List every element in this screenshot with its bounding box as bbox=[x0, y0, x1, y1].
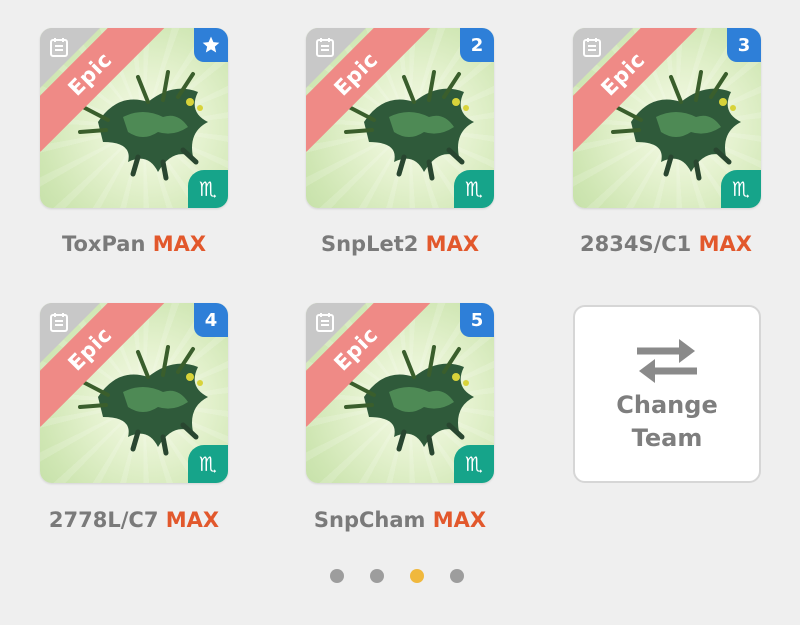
team-slot-badge: 4 bbox=[194, 303, 228, 337]
notes-icon bbox=[583, 38, 601, 57]
level-max: MAX bbox=[165, 508, 220, 532]
creature-name: 2778L/C7 bbox=[48, 508, 159, 532]
page-dot-4[interactable] bbox=[450, 569, 464, 583]
zodiac-sign-icon: ♏ bbox=[454, 445, 494, 483]
level-max: MAX bbox=[698, 232, 752, 256]
level-max: MAX bbox=[425, 232, 480, 256]
page-dot-1[interactable] bbox=[330, 569, 344, 583]
notes-icon bbox=[316, 313, 334, 332]
change-team-label: Change Team bbox=[616, 391, 718, 452]
creature-label-1: ToxPan MAX bbox=[24, 232, 244, 256]
creature-card-4[interactable]: Epic 4 ♏ bbox=[40, 303, 228, 483]
creature-card-2[interactable]: Epic 2 ♏ bbox=[306, 28, 494, 208]
team-screen: Epic ♏ ToxPan MAX Epic 2 ♏ SnpLet2 MAX E… bbox=[0, 0, 800, 625]
creature-card-3[interactable]: Epic 3 ♏ bbox=[573, 28, 761, 208]
creature-card-1[interactable]: Epic ♏ bbox=[40, 28, 228, 208]
level-max: MAX bbox=[152, 232, 207, 256]
creature-name: ToxPan bbox=[61, 232, 146, 256]
creature-name: SnpCham bbox=[313, 508, 426, 532]
team-slot-badge bbox=[194, 28, 228, 62]
creature-name: 2834S/C1 bbox=[580, 232, 692, 256]
zodiac-sign-icon: ♏ bbox=[188, 170, 228, 208]
creature-label-3: 2834S/C1 MAX bbox=[556, 232, 776, 256]
notes-icon bbox=[316, 38, 334, 57]
creature-label-2: SnpLet2 MAX bbox=[290, 232, 510, 256]
creature-card-5[interactable]: Epic 5 ♏ bbox=[306, 303, 494, 483]
page-dot-2[interactable] bbox=[370, 569, 384, 583]
pagination-dots bbox=[330, 569, 464, 583]
level-max: MAX bbox=[432, 508, 487, 532]
zodiac-sign-icon: ♏ bbox=[188, 445, 228, 483]
creature-label-5: SnpCham MAX bbox=[290, 508, 510, 532]
zodiac-sign-icon: ♏ bbox=[454, 170, 494, 208]
star-icon bbox=[202, 36, 220, 53]
page-dot-3[interactable] bbox=[410, 569, 424, 583]
creature-label-4: 2778L/C7 MAX bbox=[24, 508, 244, 532]
zodiac-sign-icon: ♏ bbox=[721, 170, 761, 208]
team-slot-badge: 3 bbox=[727, 28, 761, 62]
team-slot-badge: 2 bbox=[460, 28, 494, 62]
change-team-button[interactable]: Change Team bbox=[573, 305, 761, 483]
creature-name: SnpLet2 bbox=[320, 232, 419, 256]
team-slot-badge: 5 bbox=[460, 303, 494, 337]
notes-icon bbox=[50, 38, 68, 57]
swap-arrows-icon bbox=[637, 339, 697, 383]
notes-icon bbox=[50, 313, 68, 332]
